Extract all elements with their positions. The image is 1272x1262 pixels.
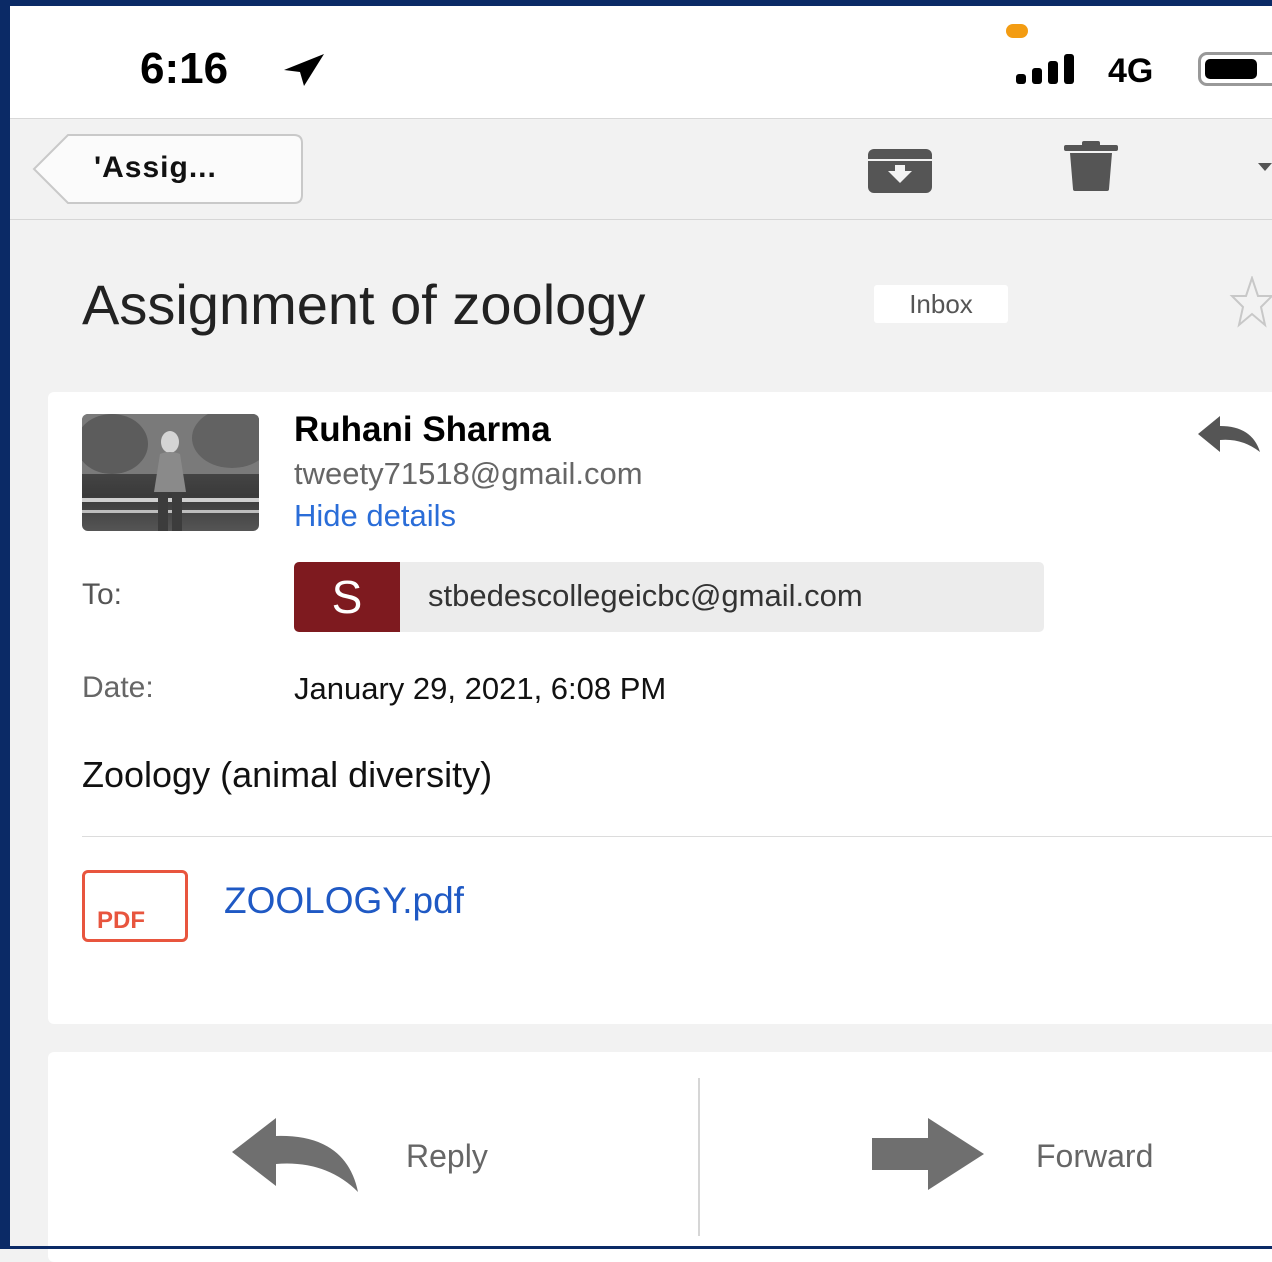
back-button[interactable]: 'Assig... xyxy=(32,133,303,204)
hide-details-link[interactable]: Hide details xyxy=(294,498,456,534)
forward-arrow-icon xyxy=(872,1118,984,1190)
to-label: To: xyxy=(82,578,123,611)
reply-button[interactable]: Reply xyxy=(210,1100,540,1210)
status-time: 6:16 xyxy=(140,44,229,93)
archive-icon[interactable] xyxy=(866,149,934,193)
attachment-link[interactable]: ZOOLOGY.pdf xyxy=(224,880,464,922)
email-subject: Assignment of zoology xyxy=(82,273,646,336)
reply-icon[interactable] xyxy=(1196,414,1262,454)
recipient-avatar: S xyxy=(294,562,400,632)
network-type-label: 4G xyxy=(1108,52,1154,90)
battery-level-fill xyxy=(1205,59,1257,79)
battery-icon xyxy=(1198,52,1272,86)
sender-name: Ruhani Sharma xyxy=(294,410,551,449)
back-button-label: 'Assig... xyxy=(94,151,217,184)
sender-email: tweety71518@gmail.com xyxy=(294,456,643,491)
recipient-chip[interactable]: S stbedescollegeicbc@gmail.com xyxy=(294,562,1044,632)
sender-avatar[interactable] xyxy=(82,414,259,531)
chevron-down-icon[interactable] xyxy=(1258,159,1272,173)
privacy-indicator-dot xyxy=(1006,24,1028,38)
message-body: Zoology (animal diversity) xyxy=(82,754,493,795)
pdf-file-icon[interactable]: PDF xyxy=(82,870,188,942)
avatar-photo xyxy=(82,414,259,531)
date-label: Date: xyxy=(82,671,154,704)
forward-label: Forward xyxy=(1036,1138,1154,1174)
status-bar: 6:16 4G xyxy=(0,0,1272,119)
reply-arrow-icon xyxy=(232,1118,358,1192)
signal-bars-icon xyxy=(1016,54,1074,84)
divider xyxy=(82,836,1272,837)
inbox-label-badge[interactable]: Inbox xyxy=(874,285,1008,323)
location-arrow-icon xyxy=(284,54,324,86)
recipient-email: stbedescollegeicbc@gmail.com xyxy=(428,578,863,613)
reply-label: Reply xyxy=(406,1138,488,1174)
star-icon[interactable] xyxy=(1222,276,1272,328)
date-value: January 29, 2021, 6:08 PM xyxy=(294,671,667,706)
nav-bar: 'Assig... xyxy=(0,119,1272,220)
trash-icon[interactable] xyxy=(1064,141,1118,191)
action-divider xyxy=(698,1078,700,1236)
forward-button[interactable]: Forward xyxy=(852,1100,1212,1210)
pdf-icon-label: PDF xyxy=(97,907,145,934)
